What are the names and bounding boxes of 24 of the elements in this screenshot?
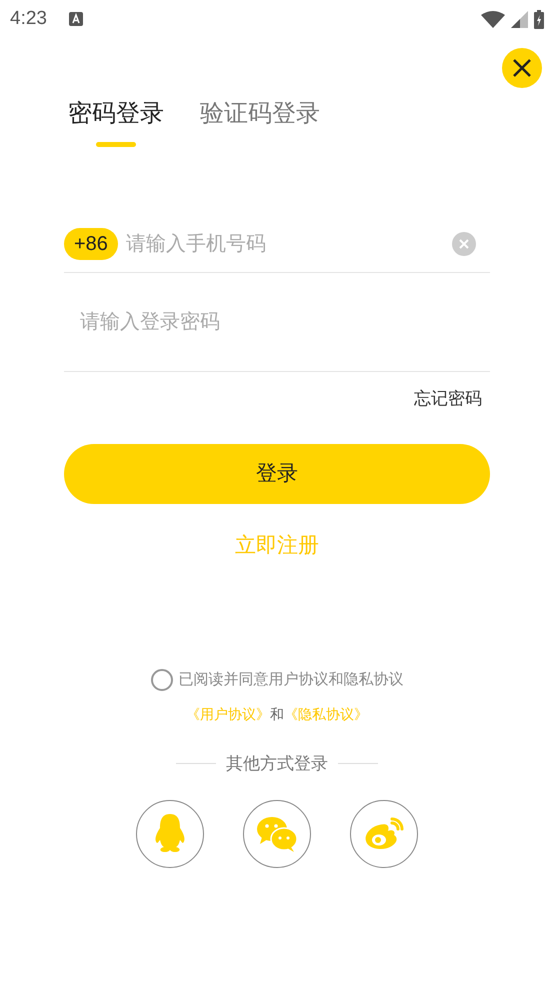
agreement-text: 已阅读并同意用户协议和隐私协议 bbox=[178, 670, 404, 690]
password-input-field[interactable]: 请输入登录密码 bbox=[80, 307, 490, 337]
notification-icon bbox=[68, 12, 83, 26]
other-login-title: 其他方式登录 bbox=[226, 752, 328, 774]
joiner-text: 和 bbox=[270, 704, 284, 724]
signal-icon bbox=[511, 10, 528, 28]
wifi-icon bbox=[481, 10, 505, 28]
tab[interactable]: 密码登录 bbox=[68, 98, 164, 147]
tab[interactable]: 验证码登录 bbox=[200, 98, 320, 147]
qq-login-button[interactable] bbox=[136, 800, 204, 868]
login-button[interactable]: 登录 bbox=[64, 444, 490, 504]
phone-input-field[interactable]: 请输入手机号码 bbox=[126, 228, 452, 258]
weibo-login-button[interactable] bbox=[350, 800, 418, 868]
status-time: 4:23 bbox=[10, 6, 47, 31]
wechat-login-button[interactable] bbox=[243, 800, 311, 868]
agreement-checkbox[interactable] bbox=[150, 669, 172, 692]
chat-bubbles-icon bbox=[257, 816, 297, 852]
close-icon bbox=[513, 59, 531, 77]
country-code[interactable]: +86 bbox=[64, 228, 118, 260]
penguin-icon bbox=[153, 814, 187, 854]
forgot-password-link[interactable]: 忘记密码 bbox=[414, 386, 482, 412]
close-button[interactable] bbox=[502, 48, 542, 88]
eye-swirl-icon bbox=[364, 817, 404, 851]
battery-icon bbox=[534, 10, 544, 28]
